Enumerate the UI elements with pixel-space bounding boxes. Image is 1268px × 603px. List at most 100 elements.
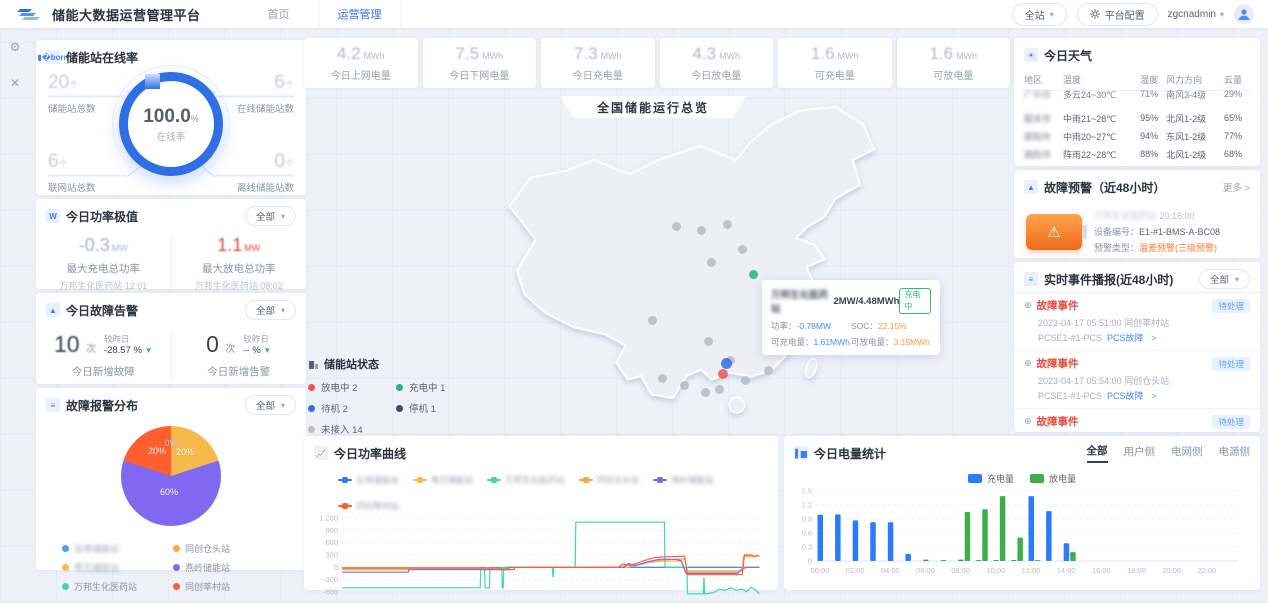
user-menu[interactable]: zgcnadmin ▾	[1168, 9, 1224, 20]
legend-dot	[62, 583, 69, 590]
filter-dropdown[interactable]: 全部▾	[245, 395, 296, 415]
pie-legend-item[interactable]: 同创莘村站	[173, 578, 284, 594]
energy-tab-用户侧[interactable]: 用户侧	[1124, 444, 1156, 462]
bar-chart-icon: ▌▆	[794, 446, 808, 460]
arrow-right-icon[interactable]: >	[1152, 334, 1157, 343]
event-device: PCSE1-#1-PCS	[1038, 333, 1102, 343]
line-legend-item[interactable]: 万邦生化医药站	[487, 474, 565, 486]
stat-card: 1.6MWh可放电量	[897, 38, 1011, 88]
legend-label: 放电量	[1049, 472, 1076, 485]
svg-text:-600: -600	[323, 587, 338, 596]
line-chart-icon: 📈	[314, 446, 328, 460]
stat-card-label: 今日放电量	[691, 67, 741, 82]
energy-bar-chart[interactable]: 00.30.60.91.21.500:0002:0004:0006:0008:0…	[786, 485, 1256, 591]
station-map-dot[interactable]	[764, 366, 773, 375]
weather-cell: 多云24~30℃	[1063, 85, 1140, 104]
stat-card-value-row: 4.2MWh	[337, 44, 385, 64]
station-map-dot[interactable]	[738, 245, 747, 254]
event-item[interactable]: ⊕故障事件待处理2023-04-17 11:15:00 燕岭储能站PCSE1-#…	[1014, 408, 1260, 432]
weather-cell: 邵阳市	[1024, 127, 1063, 145]
bar-legend-item[interactable]: 充电量	[968, 472, 1014, 485]
station-map-dot[interactable]	[648, 316, 657, 325]
event-item[interactable]: ⊕故障事件待处理2023-04-17 05:51:00 同创莘村站PCSE1-#…	[1014, 292, 1260, 350]
chevron-down-icon: ▾	[1235, 275, 1239, 284]
panel-title: 故障预警（近48小时）	[1044, 179, 1165, 196]
line-legend-item[interactable]: 同创莘村站	[338, 500, 399, 512]
legend-label: 同创莘村站	[185, 580, 230, 593]
line-legend-item[interactable]: 燕岭储能站	[653, 474, 714, 486]
warning-icon: ▲	[46, 303, 60, 317]
line-legend-item[interactable]: 同创仓头站	[579, 474, 640, 486]
panel-title: 今日功率极值	[66, 208, 138, 225]
event-tag[interactable]: PCS故障	[1107, 391, 1144, 401]
tooltip-metric-value: 3.15MWh	[894, 337, 930, 347]
tab-operations[interactable]: 运营管理	[319, 0, 401, 28]
svg-text:12:00: 12:00	[1022, 566, 1041, 575]
energy-tab-全部[interactable]: 全部	[1087, 443, 1108, 463]
station-map-dot[interactable]	[707, 258, 716, 267]
pie-legend-item[interactable]: 燕岭储能站	[173, 559, 284, 575]
weather-cell: 韶关市	[1024, 109, 1063, 127]
station-map-dot[interactable]	[672, 222, 681, 231]
power-curve-chart[interactable]: 1,2009006003000-300-60000:0002:0004:0006…	[308, 512, 778, 603]
pie-legend-item[interactable]: 粤芯储能站	[62, 559, 173, 575]
station-map-dot[interactable]	[701, 388, 710, 397]
weather-cell: 中雨21~28℃	[1063, 109, 1140, 127]
filter-dropdown[interactable]: 全部▾	[1199, 269, 1250, 289]
tab-home[interactable]: 首页	[239, 0, 319, 28]
avatar[interactable]	[1234, 4, 1254, 24]
svg-text:300: 300	[325, 550, 338, 559]
event-tag[interactable]: PCS故障	[1107, 333, 1144, 343]
energy-tab-电网侧[interactable]: 电网侧	[1171, 444, 1203, 462]
svg-text:900: 900	[325, 526, 338, 535]
energy-tabs: 全部用户侧电网侧电源侧	[1087, 443, 1251, 463]
close-icon[interactable]: ✕	[8, 76, 22, 90]
station-map-dot[interactable]	[721, 358, 732, 369]
energy-tab-电源侧[interactable]: 电源侧	[1219, 444, 1251, 462]
pie-legend: 云埠储能站粤芯储能站万邦生化医药站 同创仓头站燕岭储能站同创莘村站	[36, 528, 306, 594]
panel-weather: ☀ 今日天气 地区温度湿度风力方向云量 广州市多云24~30℃71%南风3-4级…	[1014, 38, 1260, 166]
svg-text:0: 0	[334, 563, 338, 572]
stat-card-label: 今日上网电量	[331, 67, 391, 82]
station-map-dot[interactable]	[704, 337, 713, 346]
chevron-down-icon: ▾	[281, 401, 285, 410]
tooltip-metric-label: 可放电量：	[851, 337, 894, 347]
station-map-dot[interactable]	[697, 226, 706, 235]
event-item[interactable]: ⊕故障事件待处理2023-04-17 05:54:00 同创仓头站PCSE1-#…	[1014, 350, 1260, 408]
filter-dropdown[interactable]: 全部▾	[245, 206, 296, 226]
line-legend-item[interactable]: 云埠储能站	[338, 474, 399, 486]
map-banner: 全国储能运行总览	[560, 96, 746, 118]
more-link[interactable]: 更多 >	[1223, 180, 1250, 194]
bar-chart-icon: ▮�born	[46, 50, 60, 64]
pie-legend-item[interactable]: 同创仓头站	[173, 540, 284, 556]
pie-legend-item[interactable]: 万邦生化医药站	[62, 578, 173, 594]
line-legend-item[interactable]: 粤芯储能站	[413, 474, 474, 486]
warning-item[interactable]: ⚠ 万邦生化医药站 20:16:00 设备编号：E1-#1-BMS-A-BC08…	[1014, 200, 1260, 256]
event-icon: ⊕	[1024, 358, 1032, 369]
status-label: 未接入 14	[321, 422, 363, 436]
filter-dropdown[interactable]: 全部▾	[245, 300, 296, 320]
new-faults-today: 10 次 较昨日-28.57 % ▼ 今日新增故障	[36, 331, 171, 379]
station-map-dot[interactable]	[741, 376, 750, 385]
station-map-dot[interactable]	[723, 220, 732, 229]
gear-icon[interactable]: ⚙	[8, 40, 22, 54]
platform-config-button[interactable]: 平台配置	[1077, 3, 1158, 26]
bar-legend-item[interactable]: 放电量	[1030, 472, 1076, 485]
status-label: 充电中 1	[409, 380, 445, 394]
status-legend-item: 停机 1	[396, 401, 484, 415]
arrow-right-icon[interactable]: >	[1152, 392, 1157, 401]
fault-distribution-chart[interactable]: 20%0%20%60%	[36, 424, 306, 528]
site-selector-dropdown[interactable]: 全站 ▾	[1012, 3, 1067, 26]
pie-legend-item[interactable]: 云埠储能站	[62, 540, 173, 556]
panel-title: 故障报警分布	[66, 397, 138, 414]
panel-events: ≡ 实时事件播报(近48小时) 全部▾ ⊕故障事件待处理2023-04-17 0…	[1014, 262, 1260, 432]
station-map-dot[interactable]	[715, 385, 724, 394]
svg-text:1.5: 1.5	[802, 487, 812, 496]
weather-cell: 潍坊市	[1024, 163, 1063, 166]
station-map-dot[interactable]	[749, 270, 758, 279]
station-map-dot[interactable]	[680, 381, 689, 390]
legend-dot	[173, 545, 180, 552]
station-map-dot[interactable]	[718, 369, 728, 379]
station-map-dot[interactable]	[658, 374, 667, 383]
tooltip-metric: SOC：22.15%	[851, 320, 931, 332]
